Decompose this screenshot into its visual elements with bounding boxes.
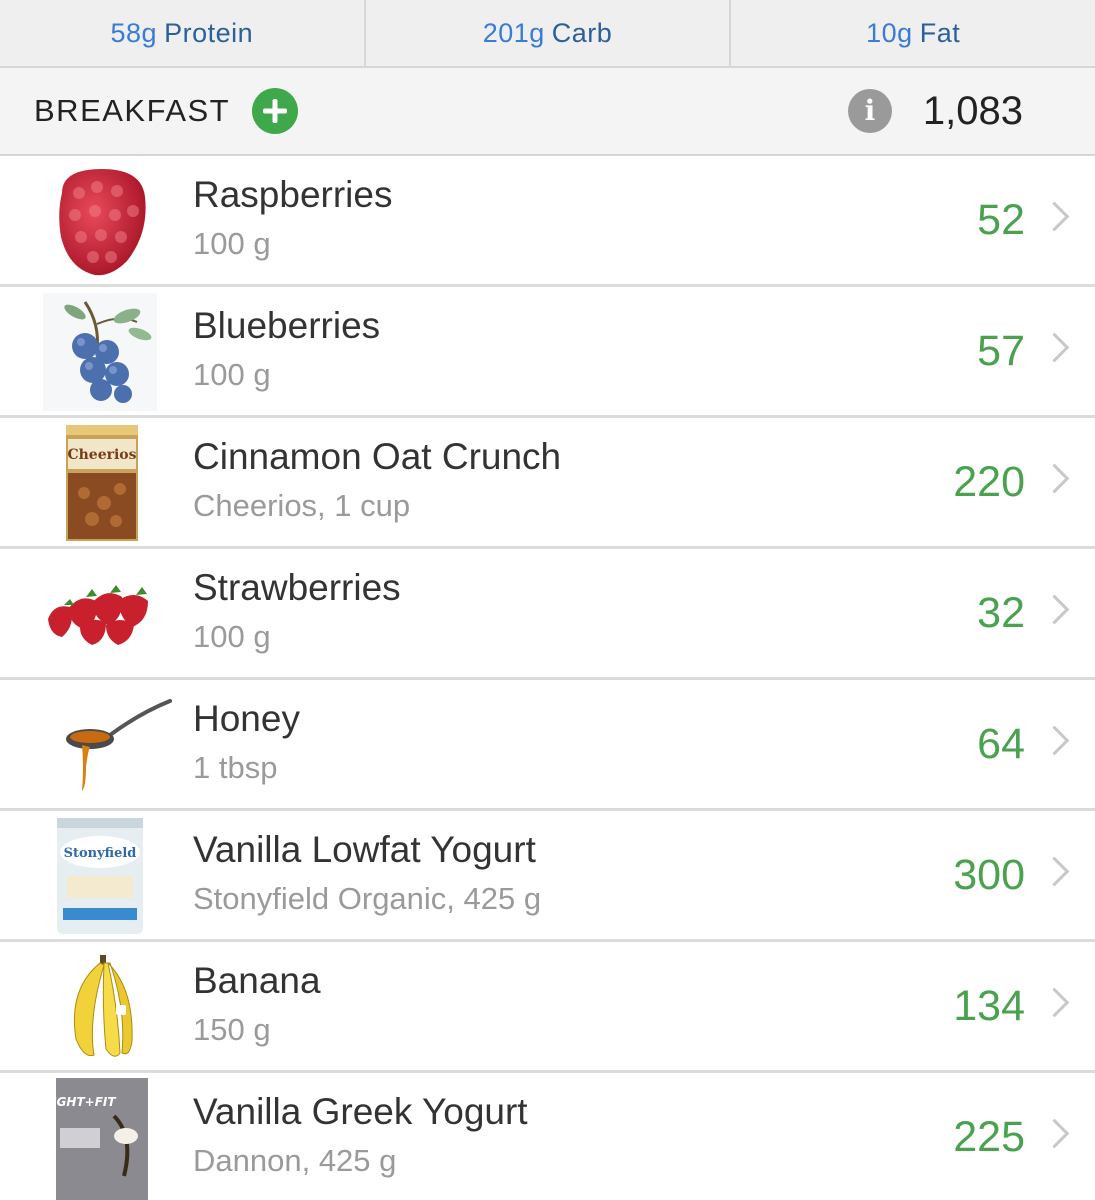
macro-summary-bar: 58g Protein 201g Carb 10g Fat (0, 0, 1095, 68)
food-serving: 100 g (193, 226, 271, 261)
chevron-right-icon (1039, 987, 1070, 1018)
yogurt-tub-icon: Stonyfield (50, 817, 150, 935)
food-name: Vanilla Lowfat Yogurt (193, 829, 536, 870)
greek-yogurt-icon: LIGHT+FIT (52, 1078, 152, 1200)
food-row-vanilla-greek-yogurt[interactable]: LIGHT+FIT Vanilla Greek Yogurt Dannon, 4… (0, 1073, 1095, 1200)
banana-icon (58, 948, 148, 1066)
food-calories: 220 (953, 458, 1025, 506)
cereal-box-text: Cheerios (67, 447, 136, 463)
food-row-honey[interactable]: Honey 1 tbsp 64 (0, 680, 1095, 811)
food-calories: 32 (977, 589, 1025, 637)
food-row-blueberries[interactable]: Blueberries 100 g 57 (0, 287, 1095, 418)
honey-spoon-icon (60, 686, 172, 804)
meal-header: BREAKFAST i 1,083 (0, 68, 1095, 156)
add-food-button[interactable] (252, 88, 299, 134)
food-serving: Cheerios, 1 cup (193, 488, 411, 523)
food-calories: 300 (953, 851, 1025, 899)
greek-yogurt-brand-text: LIGHT+FIT (54, 1095, 116, 1109)
macro-tab-fat[interactable]: 10g Fat (731, 0, 1095, 66)
food-serving: Dannon, 425 g (193, 1143, 397, 1178)
food-row-cinnamon-oat-crunch[interactable]: Cheerios Cinnamon Oat Crunch Cheerios, 1… (0, 418, 1095, 549)
macro-tab-carb[interactable]: 201g Carb (366, 0, 732, 66)
food-row-raspberries[interactable]: Raspberries 100 g 52 (0, 156, 1095, 287)
food-row-banana[interactable]: Banana 150 g 134 (0, 942, 1095, 1073)
food-name: Blueberries (193, 305, 381, 346)
blueberry-icon (43, 293, 157, 411)
macro-amount: 201g (482, 17, 545, 48)
info-icon[interactable]: i (848, 89, 892, 133)
food-calories: 225 (953, 1113, 1025, 1161)
chevron-right-icon (1039, 725, 1070, 756)
food-name: Honey (193, 698, 300, 739)
macro-tab-protein[interactable]: 58g Protein (0, 0, 366, 66)
chevron-right-icon (1039, 201, 1070, 232)
chevron-right-icon (1039, 463, 1070, 494)
macro-label: Carb (551, 17, 613, 48)
food-row-vanilla-lowfat-yogurt[interactable]: Stonyfield Vanilla Lowfat Yogurt Stonyfi… (0, 811, 1095, 942)
chevron-right-icon (1039, 594, 1070, 625)
food-list: Raspberries 100 g 52 Blueberries 100 g 5… (0, 156, 1095, 1200)
food-serving: Stonyfield Organic, 425 g (193, 881, 542, 916)
chevron-right-icon (1039, 1118, 1070, 1149)
macro-label: Protein (164, 17, 254, 48)
strawberry-icon (40, 555, 160, 673)
food-name: Raspberries (193, 174, 393, 215)
chevron-right-icon (1039, 856, 1070, 887)
meal-title: BREAKFAST (34, 93, 231, 128)
macro-amount: 58g (110, 17, 158, 48)
food-calories: 64 (977, 720, 1025, 768)
food-row-strawberries[interactable]: Strawberries 100 g 32 (0, 549, 1095, 680)
chevron-right-icon (1039, 332, 1070, 363)
macro-amount: 10g (866, 17, 913, 48)
food-calories: 134 (953, 982, 1025, 1030)
raspberry-icon (40, 162, 164, 280)
food-name: Cinnamon Oat Crunch (193, 436, 562, 477)
cereal-box-icon: Cheerios (40, 424, 164, 542)
food-name: Vanilla Greek Yogurt (193, 1091, 528, 1132)
meal-total-calories: 1,083 (922, 88, 1023, 133)
food-serving: 150 g (193, 1012, 271, 1047)
food-calories: 52 (977, 196, 1025, 244)
food-name: Strawberries (193, 567, 401, 608)
food-serving: 100 g (193, 619, 271, 654)
yogurt-brand-text: Stonyfield (64, 846, 137, 861)
food-serving: 100 g (193, 357, 271, 392)
macro-label: Fat (919, 17, 961, 48)
food-calories: 57 (977, 327, 1025, 375)
food-name: Banana (193, 960, 321, 1001)
food-serving: 1 tbsp (193, 750, 278, 785)
